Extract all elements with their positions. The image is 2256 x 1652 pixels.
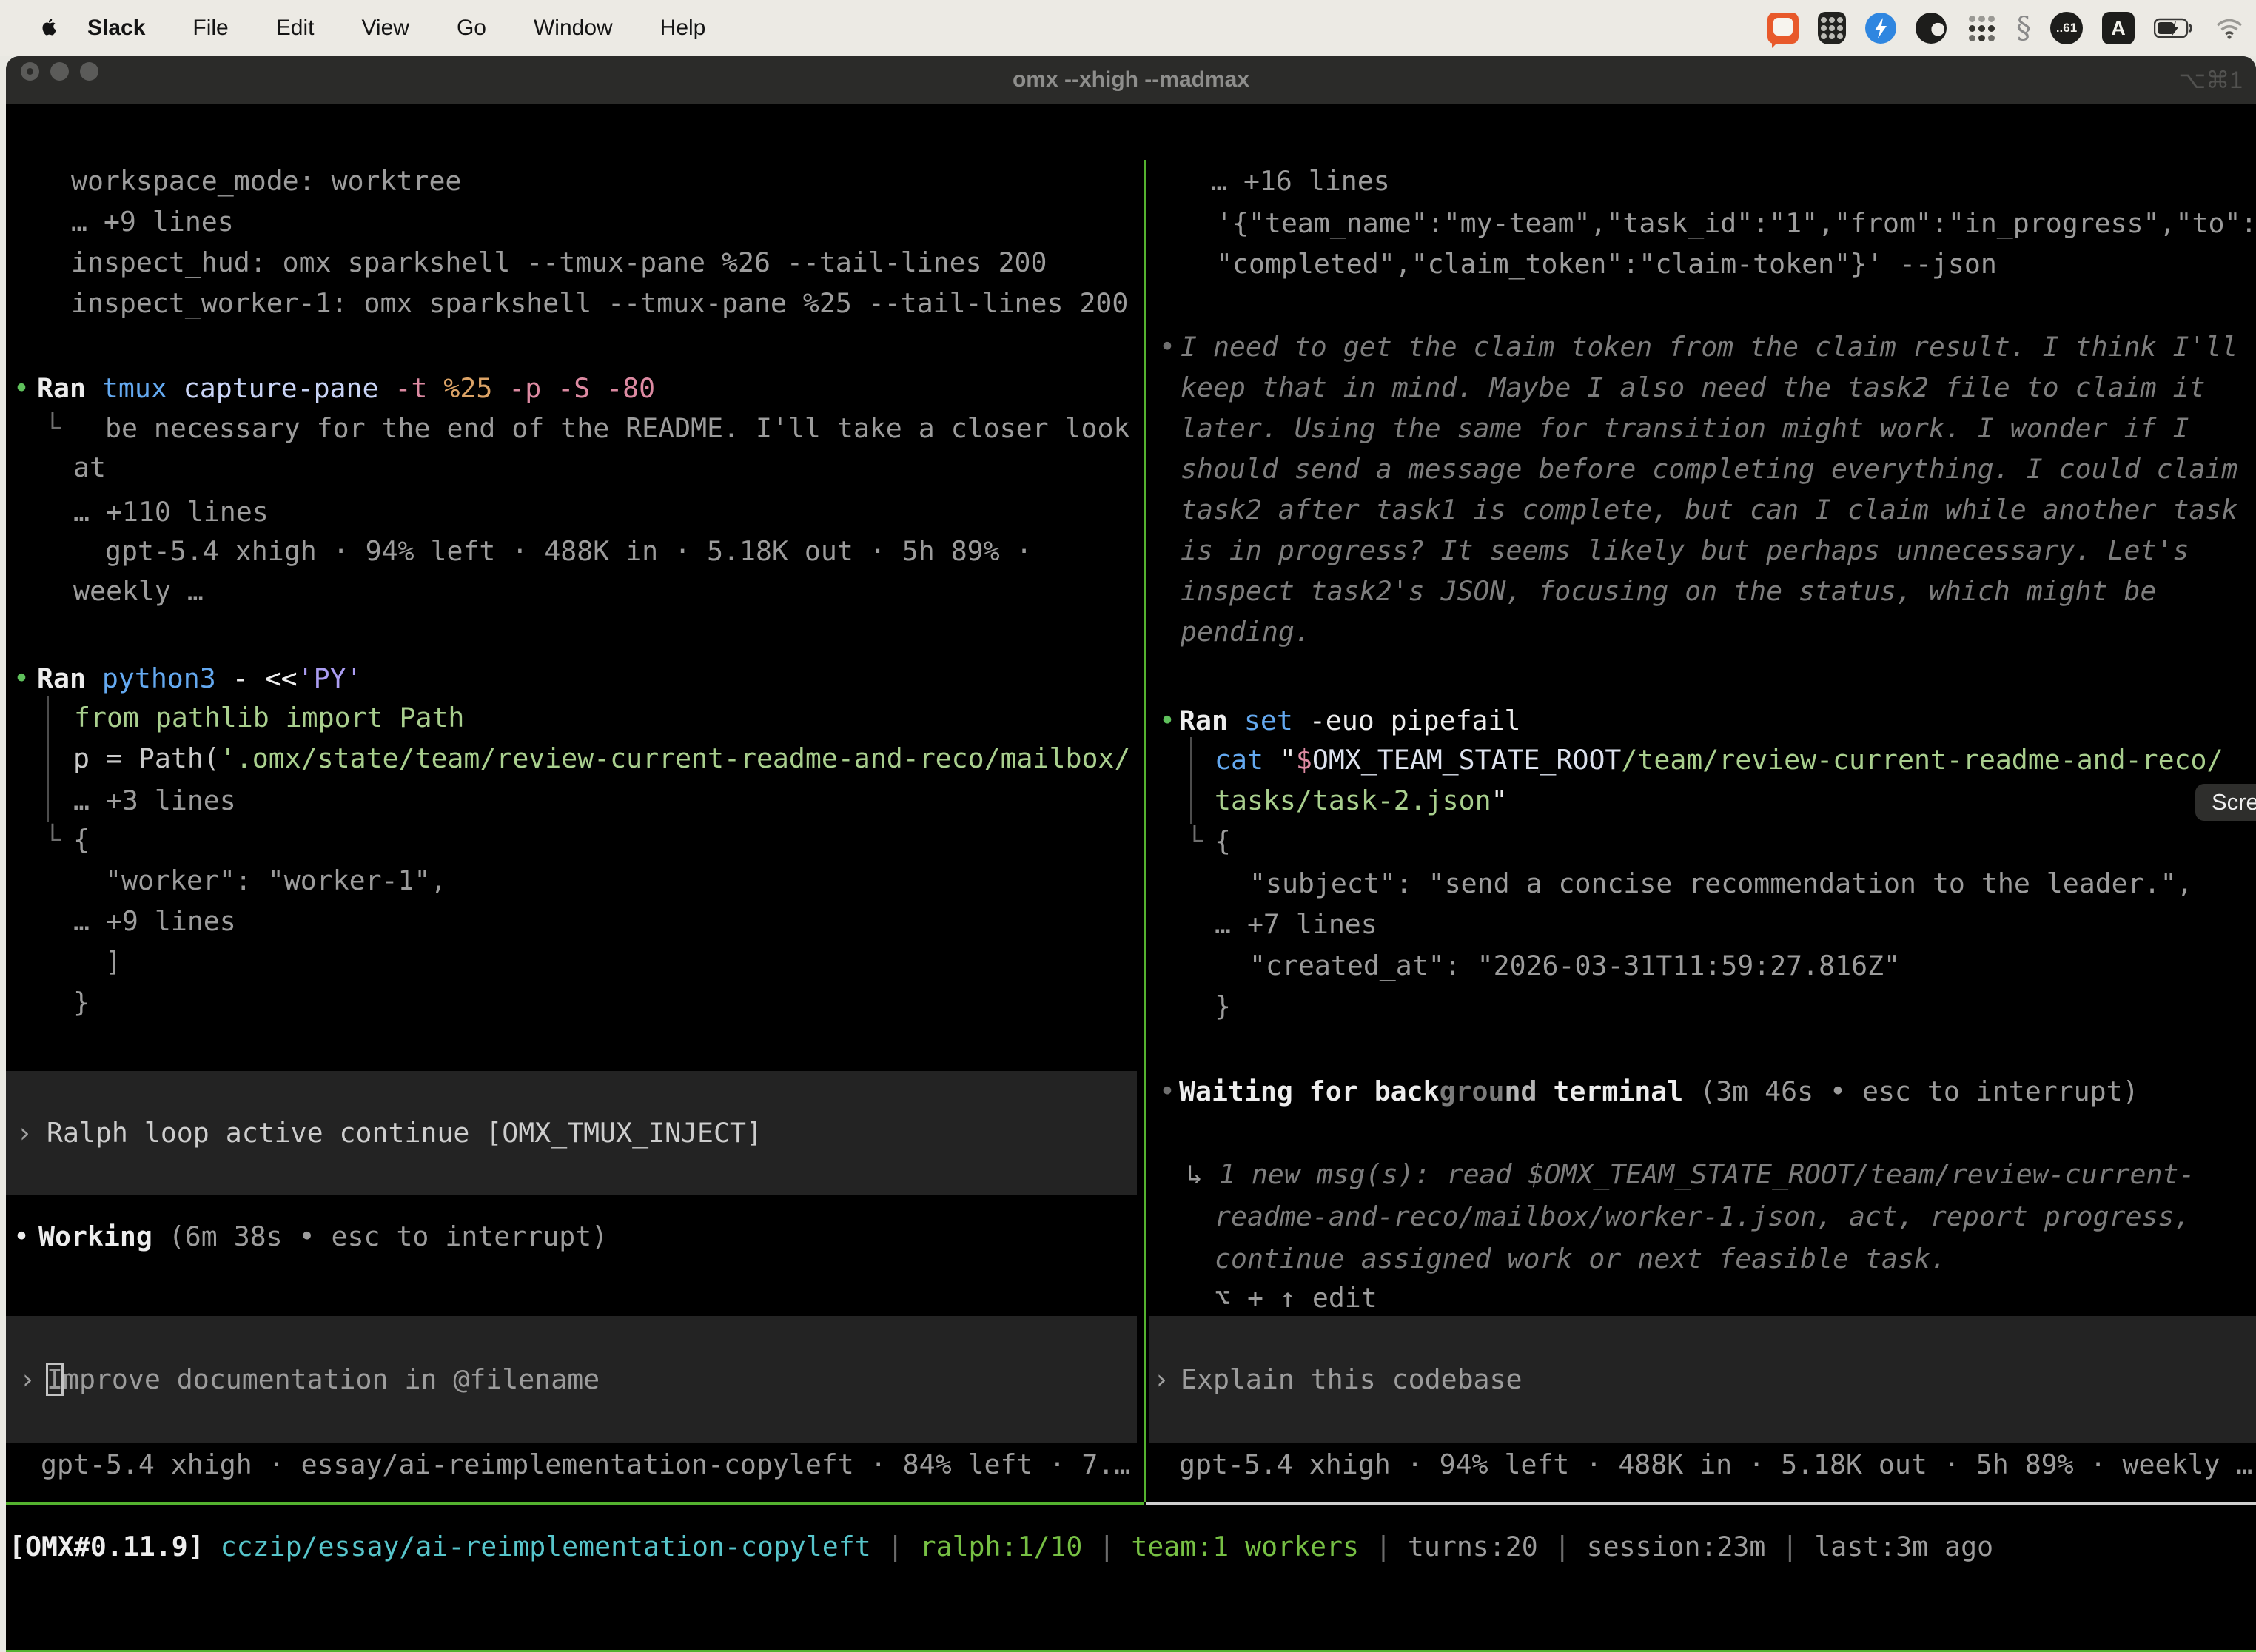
prompt-chevron-icon: › [19, 1363, 36, 1395]
command-input-right[interactable]: › Explain this codebase [1149, 1316, 2256, 1443]
terminal-line: … +7 lines [6, 903, 2256, 945]
window-title-bar[interactable]: omx --xhigh --madmax ⌥⌘1 [6, 56, 2256, 104]
prompt-chevron-icon: › [1153, 1363, 1169, 1395]
status-line-left: gpt-5.4 xhigh · essay/ai-reimplementatio… [41, 1443, 1130, 1485]
terminal-line: "subject": "send a concise recommendatio… [6, 862, 2256, 904]
app-menu-slack[interactable]: Slack [61, 16, 169, 41]
status-line-right: gpt-5.4 xhigh · 94% left · 488K in · 5.1… [1179, 1443, 2252, 1485]
input-placeholder-left: mprove documentation in @filename [63, 1363, 600, 1395]
menu-item-view[interactable]: View [338, 16, 432, 41]
input-source-icon[interactable]: A [2102, 12, 2135, 44]
menu-left: Slack FileEditViewGoWindowHelp [0, 16, 729, 41]
terminal-line: pending. [6, 611, 2256, 653]
menu-item-edit[interactable]: Edit [252, 16, 338, 41]
window-shortcut: ⌥⌘1 [2178, 56, 2243, 104]
input-cursor: I [47, 1363, 63, 1395]
terminal-line: is in progress? It seems likely but perh… [6, 529, 2256, 571]
apple-menu-icon[interactable] [36, 16, 61, 41]
pane-border-bottom-left [6, 1502, 1144, 1505]
terminal-line: continue assigned work or next feasible … [6, 1238, 2256, 1280]
terminal-line: inspect_worker-1: omx sparkshell --tmux-… [6, 282, 2256, 324]
terminal-line: task2 after task1 is complete, but can I… [6, 488, 2256, 531]
terminal-content: workspace_mode: worktree… +9 linesinspec… [6, 160, 2256, 1652]
menu-item-go[interactable]: Go [433, 16, 510, 41]
screen-share-icon[interactable] [1767, 13, 1799, 44]
terminal-window: omx --xhigh --madmax ⌥⌘1 workspace_mode:… [6, 56, 2256, 1652]
screen-overlay-tooltip: Scre [2195, 784, 2256, 821]
terminal-line: readme-and-reco/mailbox/worker-1.json, a… [6, 1195, 2256, 1238]
terminal-line: '{"team_name":"my-team","task_id":"1","f… [6, 202, 2256, 244]
window-title: omx --xhigh --madmax [6, 56, 2256, 104]
input-placeholder-right: Explain this codebase [1181, 1363, 1522, 1395]
terminal-line: •I need to get the claim token from the … [6, 326, 2256, 368]
menu-bar: Slack FileEditViewGoWindowHelp § ..61 A [0, 0, 2256, 56]
terminal-line: keep that in mind. Maybe I also need the… [6, 366, 2256, 409]
screen: Slack FileEditViewGoWindowHelp § ..61 A … [0, 0, 2256, 1652]
terminal-line: └ { [6, 820, 2256, 862]
keypad-icon[interactable] [1818, 12, 1846, 44]
menu-items: FileEditViewGoWindowHelp [169, 16, 729, 41]
terminal-line: later. Using the same for transition mig… [6, 407, 2256, 449]
terminal-line: [OMX#0.11.9] cczip/essay/ai-reimplementa… [6, 1525, 2256, 1568]
terminal-line: tasks/task-2.json" [6, 779, 2256, 822]
ralph-status-box: › Ralph loop active continue [OMX_TMUX_I… [6, 1071, 1137, 1195]
terminal-line: … +16 lines [6, 160, 2256, 202]
dark-orb-icon[interactable] [1916, 13, 1947, 44]
menu-item-file[interactable]: File [169, 16, 252, 41]
terminal-line: •Ran python3 - <<'PY' [6, 657, 2256, 699]
menu-item-help[interactable]: Help [637, 16, 730, 41]
command-input-left[interactable]: › Improve documentation in @filename [6, 1316, 1137, 1443]
wifi-icon[interactable] [2215, 17, 2244, 39]
terminal-line: should send a message before completing … [6, 448, 2256, 490]
terminal-line: "completed","claim_token":"claim-token"}… [6, 243, 2256, 285]
dots-grid-icon[interactable] [1966, 13, 1997, 44]
squiggle-icon[interactable]: § [2016, 11, 2031, 45]
chevron-right-icon: › [16, 1117, 33, 1149]
terminal-line: } [6, 985, 2256, 1027]
terminal-line: "created_at": "2026-03-31T11:59:27.816Z" [6, 944, 2256, 987]
menu-status-icons: § ..61 A [1767, 11, 2256, 45]
terminal-line: •Ran set -euo pipefail [6, 699, 2256, 742]
battery-icon[interactable] [2154, 18, 2195, 38]
pane-border-bottom-right [1146, 1502, 2256, 1505]
ralph-status-text: Ralph loop active continue [OMX_TMUX_INJ… [47, 1117, 762, 1149]
menu-item-window[interactable]: Window [510, 16, 637, 41]
terminal-line: inspect task2's JSON, focusing on the st… [6, 570, 2256, 612]
count-badge-icon[interactable]: ..61 [2050, 12, 2083, 44]
blue-app-icon[interactable] [1865, 13, 1896, 44]
terminal-line: cat "$OMX_TEAM_STATE_ROOT/team/review-cu… [6, 739, 2256, 781]
terminal-line: ⌥ + ↑ edit [6, 1277, 2256, 1319]
